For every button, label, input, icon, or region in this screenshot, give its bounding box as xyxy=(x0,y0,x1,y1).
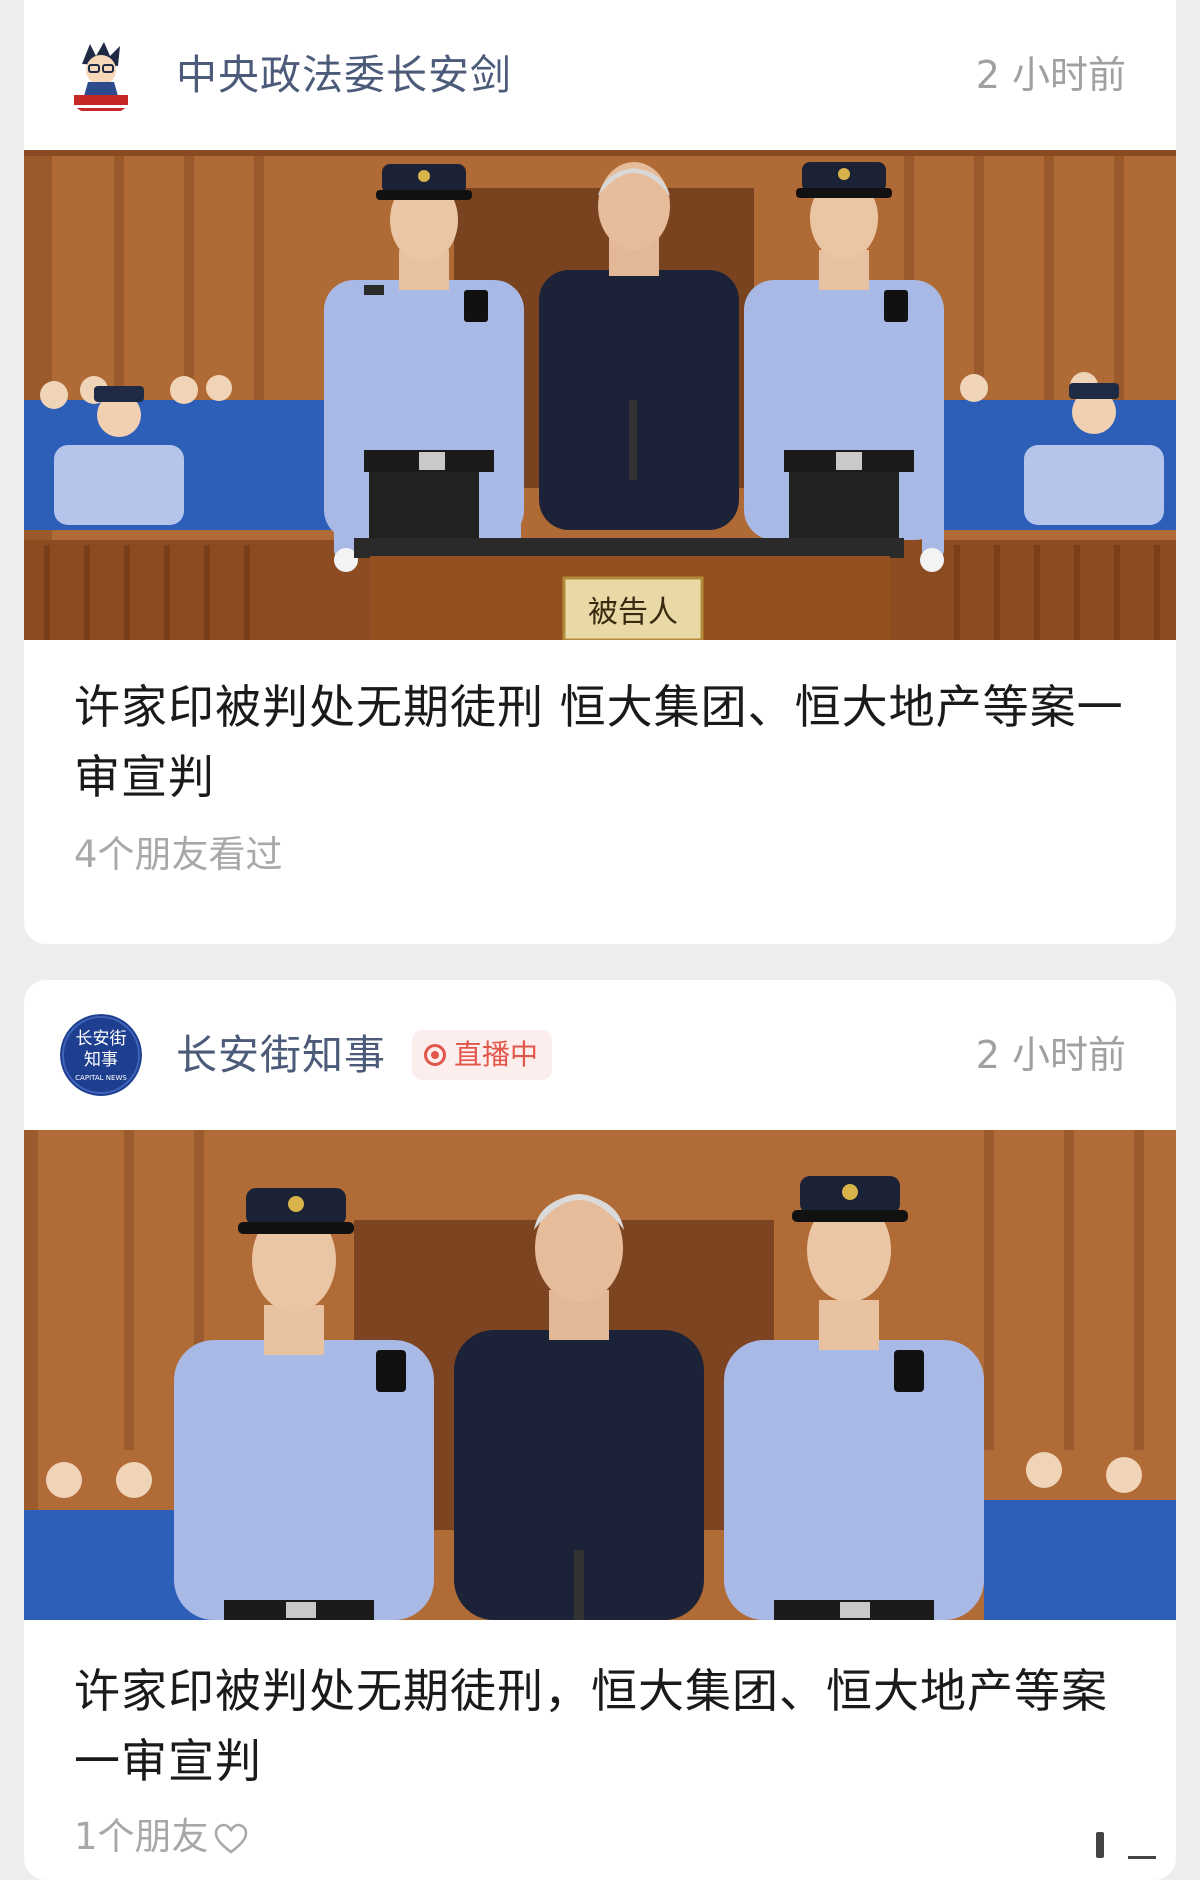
live-badge[interactable]: 直播中 xyxy=(412,1030,553,1080)
account-name[interactable]: 长安街知事 xyxy=(176,1030,386,1080)
account-avatar[interactable]: 长安街 知事 CAPITAL NEWS xyxy=(60,1014,142,1096)
post-time: 2 小时前 xyxy=(975,1033,1126,1077)
live-icon xyxy=(424,1044,446,1066)
watermark-icon xyxy=(1096,1832,1156,1859)
friends-viewed-text: 1个朋友 xyxy=(74,1815,209,1858)
account-name[interactable]: 中央政法委长安剑 xyxy=(176,50,512,100)
friends-viewed-row: 1个朋友 xyxy=(74,1814,249,1860)
live-badge-label: 直播中 xyxy=(454,1038,539,1071)
svg-text:知事: 知事 xyxy=(84,1050,118,1070)
post-time: 2 小时前 xyxy=(975,53,1126,97)
changanjie-zhishi-logo-icon: 长安街 知事 CAPITAL NEWS xyxy=(60,1014,142,1096)
account-avatar[interactable] xyxy=(60,34,142,116)
article-cover-image[interactable]: 被告人 xyxy=(24,150,1176,640)
card-header: 中央政法委长安剑 2 小时前 xyxy=(24,0,1176,150)
article-cover-image[interactable] xyxy=(24,1130,1176,1620)
article-headline[interactable]: 许家印被判处无期徒刑，恒大集团、恒大地产等案一审宣判 xyxy=(74,1656,1134,1796)
svg-text:CAPITAL NEWS: CAPITAL NEWS xyxy=(75,1074,127,1082)
article-headline[interactable]: 许家印被判处无期徒刑 恒大集团、恒大地产等案一审宣判 xyxy=(74,672,1134,812)
article-card[interactable]: 长安街 知事 CAPITAL NEWS 长安街知事 直播中 2 小时前 许家印被… xyxy=(24,980,1176,1880)
svg-text:长安街: 长安街 xyxy=(76,1029,127,1049)
article-card[interactable]: 中央政法委长安剑 2 小时前 被告人 许家印被判处无期徒刑 恒大集团、恒大地产等… xyxy=(24,0,1176,944)
friends-viewed-text: 4个朋友看过 xyxy=(74,833,283,876)
dock-sign-text: 被告人 xyxy=(588,595,678,630)
courtroom-photo: 被告人 xyxy=(24,150,1176,640)
heart-icon[interactable] xyxy=(213,1823,249,1855)
changanjian-logo-icon xyxy=(60,34,142,116)
courtroom-photo xyxy=(24,1130,1176,1620)
card-header: 长安街 知事 CAPITAL NEWS 长安街知事 直播中 2 小时前 xyxy=(24,980,1176,1130)
